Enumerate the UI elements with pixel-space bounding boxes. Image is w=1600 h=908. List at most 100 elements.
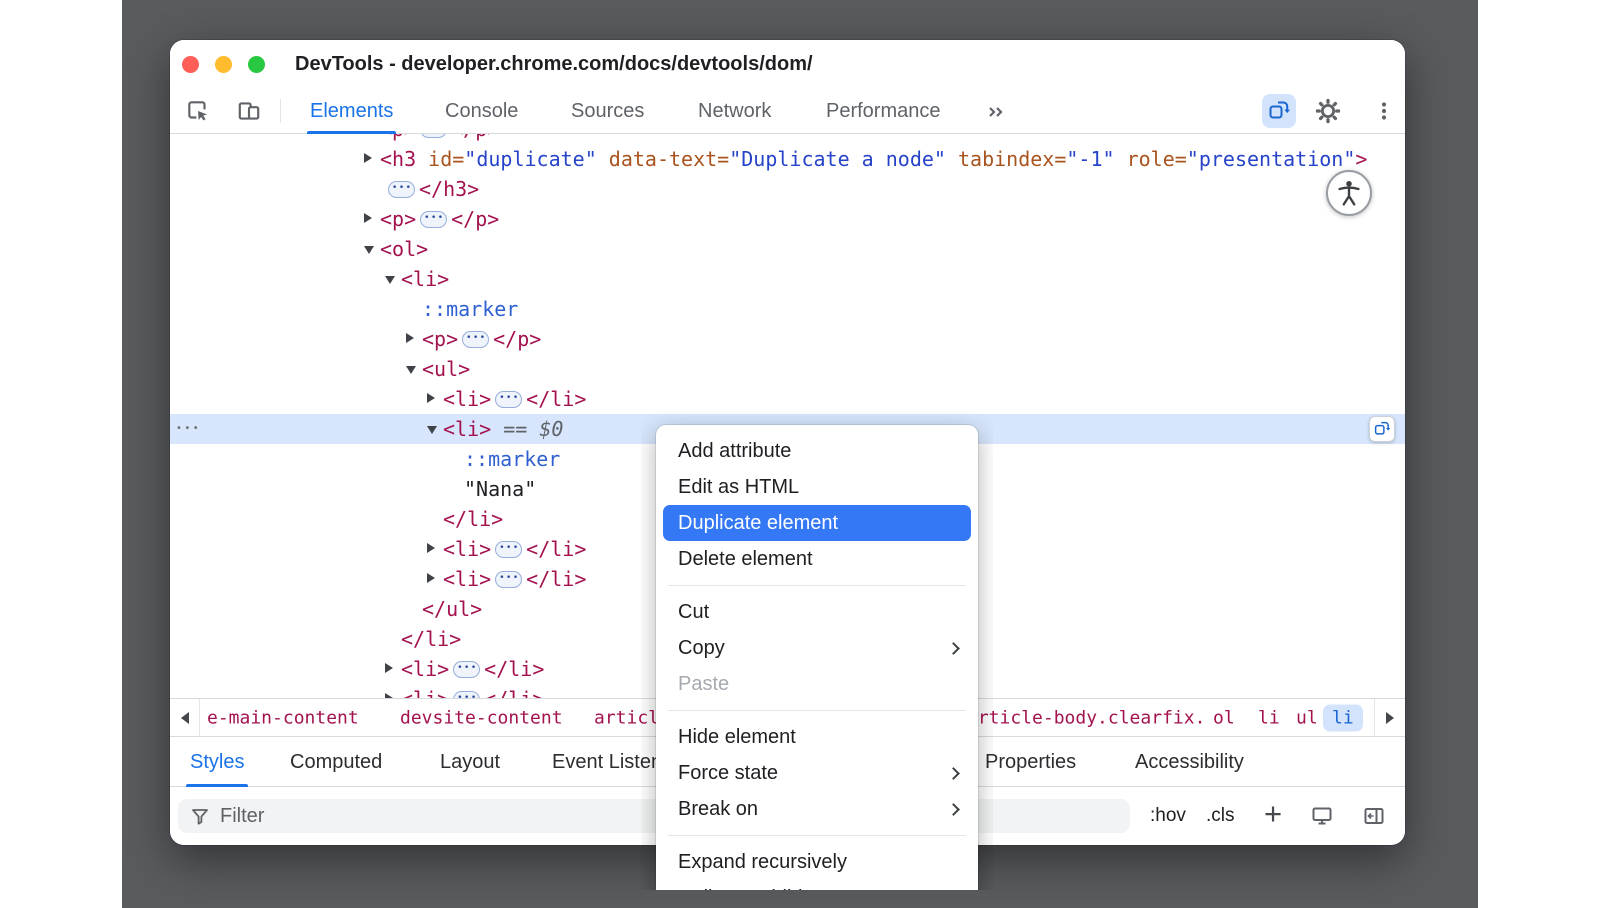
breadcrumb-item-devsite-content[interactable]: devsite-content (400, 707, 563, 728)
breadcrumb-scroll-right-button[interactable] (1374, 699, 1405, 736)
context-menu-item-force-state[interactable]: Force state (656, 755, 978, 791)
collapse-arrow-icon[interactable] (427, 426, 437, 434)
expand-arrow-icon[interactable] (427, 573, 435, 583)
expand-arrow-icon[interactable] (427, 393, 435, 403)
expand-arrow-icon[interactable] (406, 333, 414, 343)
context-menu-item-cut[interactable]: Cut (656, 594, 978, 630)
inspect-icon[interactable] (185, 98, 211, 124)
context-menu-item-hide-element[interactable]: Hide element (656, 719, 978, 755)
token-val: "presentation" (1187, 147, 1356, 171)
element-badge-icon[interactable] (1369, 416, 1395, 442)
sidebar-tab-styles[interactable]: Styles (190, 737, 244, 787)
zoom-window-button[interactable] (248, 56, 265, 73)
device-toolbar-icon[interactable] (236, 98, 262, 124)
panel-tab-console[interactable]: Console (445, 88, 518, 134)
inline-expand-button[interactable] (495, 571, 522, 588)
inline-expand-button[interactable] (420, 211, 447, 228)
breadcrumb-item-li[interactable]: li (1258, 707, 1280, 728)
token-tag: <p> (380, 207, 416, 231)
minimize-window-button[interactable] (215, 56, 232, 73)
breadcrumb-item-article-body-clearfix[interactable]: article-body.clearfix. (967, 707, 1205, 728)
context-menu-item-paste: Paste (656, 666, 978, 702)
dom-node[interactable]: <li> (170, 264, 1405, 294)
monitor-icon[interactable] (1310, 804, 1334, 828)
submenu-chevron-icon (947, 642, 960, 655)
close-window-button[interactable] (182, 56, 199, 73)
token-tag: <li> (443, 417, 491, 441)
dom-node[interactable]: <ul> (170, 354, 1405, 384)
context-menu-item-collapse-children[interactable]: Collapse children (656, 880, 978, 890)
sidebar-tab-properties[interactable]: Properties (985, 737, 1076, 787)
expand-arrow-icon[interactable] (385, 663, 393, 673)
collapse-arrow-icon[interactable] (385, 276, 395, 284)
dom-node[interactable]: ::marker (170, 294, 1405, 324)
context-menu-item-duplicate-element[interactable]: Duplicate element (663, 505, 971, 541)
token-attr: id= (416, 147, 464, 171)
context-menu-item-break-on[interactable]: Break on (656, 791, 978, 827)
dom-node[interactable]: <h3 id="duplicate" data-text="Duplicate … (170, 144, 1405, 174)
token-val: "duplicate" (464, 147, 596, 171)
breadcrumb-item-ul[interactable]: ul (1296, 707, 1318, 728)
token-attr: role= (1115, 147, 1187, 171)
new-style-rule-button[interactable]: + (1264, 787, 1282, 841)
token-attr: tabindex= (946, 147, 1066, 171)
dom-node[interactable]: <ol> (170, 234, 1405, 264)
token-tag: <p> (380, 134, 416, 141)
context-menu-separator (668, 585, 966, 586)
inline-expand-button[interactable] (453, 691, 480, 698)
row-menu-dots-icon[interactable]: ••• (176, 414, 201, 444)
dom-node[interactable]: <p></p> (170, 204, 1405, 234)
more-tabs-icon[interactable] (983, 99, 1009, 125)
panel-tab-network[interactable]: Network (698, 88, 771, 134)
element-badge-button[interactable] (1262, 94, 1296, 128)
chevron-right-icon (1386, 712, 1394, 724)
panel-tab-performance[interactable]: Performance (826, 88, 941, 134)
breadcrumb-item-li[interactable]: li (1323, 704, 1363, 731)
dom-node[interactable]: <p></p> (170, 134, 1405, 144)
dom-node[interactable]: <p></p> (170, 324, 1405, 354)
token-tag: <li> (443, 567, 491, 591)
sidebar-tab-accessibility[interactable]: Accessibility (1135, 737, 1244, 787)
token-tag: </li> (484, 657, 544, 681)
collapse-arrow-icon[interactable] (406, 366, 416, 374)
collapse-arrow-icon[interactable] (364, 246, 374, 254)
toolbar-divider (280, 99, 281, 123)
context-menu-item-delete-element[interactable]: Delete element (656, 541, 978, 577)
expand-arrow-icon[interactable] (364, 213, 372, 223)
element-classes-button[interactable]: .cls (1206, 787, 1235, 845)
breadcrumb-scroll-left-button[interactable] (170, 699, 200, 736)
inline-expand-button[interactable] (453, 661, 480, 678)
inline-expand-button[interactable] (462, 331, 489, 348)
inline-expand-button[interactable] (420, 134, 447, 138)
expand-arrow-icon[interactable] (364, 153, 372, 163)
inline-expand-button[interactable] (495, 391, 522, 408)
context-menu-item-edit-as-html[interactable]: Edit as HTML (656, 469, 978, 505)
sidebar-tab-computed[interactable]: Computed (290, 737, 382, 787)
menu-item-label: Collapse children (678, 887, 831, 891)
settings-gear-icon[interactable] (1315, 98, 1341, 124)
token-marker: ::marker (464, 447, 560, 471)
toggle-element-state-button[interactable]: :hov (1150, 787, 1186, 845)
context-menu-clip: Add attributeEdit as HTMLDuplicate eleme… (641, 410, 993, 890)
toggle-sidebar-icon[interactable] (1362, 804, 1386, 828)
context-menu-item-expand-recursively[interactable]: Expand recursively (656, 844, 978, 880)
token-attr: data-text= (597, 147, 729, 171)
sidebar-tab-layout[interactable]: Layout (440, 737, 500, 787)
kebab-menu-icon[interactable] (1372, 99, 1396, 123)
breadcrumb-item-e-main-content[interactable]: e-main-content (207, 707, 359, 728)
token-val: "-1" (1066, 147, 1114, 171)
panel-tab-elements[interactable]: Elements (310, 88, 393, 134)
inline-expand-button[interactable] (388, 181, 415, 198)
submenu-chevron-icon (947, 803, 960, 816)
inline-expand-button[interactable] (495, 541, 522, 558)
context-menu-item-add-attribute[interactable]: Add attribute (656, 433, 978, 469)
breadcrumb-item-ol[interactable]: ol (1213, 707, 1235, 728)
dom-node[interactable]: </h3> (170, 174, 1405, 204)
token-text: "Nana" (464, 477, 536, 501)
context-menu-item-copy[interactable]: Copy (656, 630, 978, 666)
token-tag: </li> (484, 687, 544, 698)
expand-arrow-icon[interactable] (427, 543, 435, 553)
token-dollar: $0 (539, 417, 563, 441)
panel-tab-sources[interactable]: Sources (571, 88, 644, 134)
accessibility-widget-icon[interactable] (1326, 170, 1372, 216)
